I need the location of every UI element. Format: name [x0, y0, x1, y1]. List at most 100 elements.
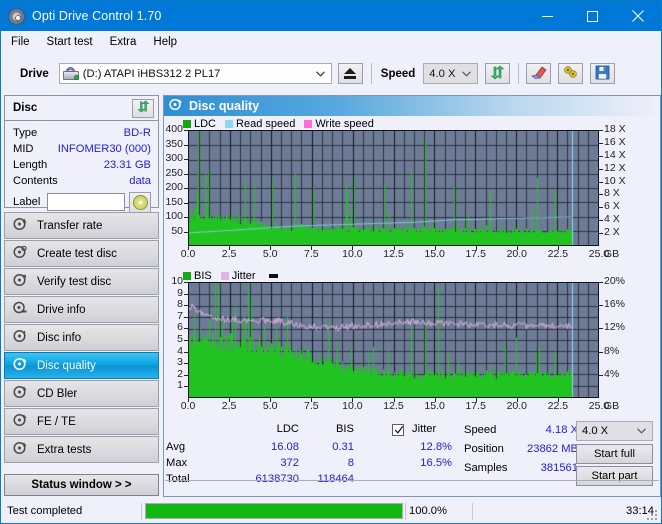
y-tick-label: 7: [177, 309, 183, 322]
sidebar-item-extra-tests[interactable]: Extra tests: [4, 436, 159, 463]
disc-refresh-button[interactable]: [132, 98, 154, 118]
sidebar-item-verify-test-disc[interactable]: Verify test disc: [4, 268, 159, 295]
x-tick-mark: [558, 246, 559, 250]
sidebar-item-label: CD Bler: [37, 387, 78, 400]
y2-tick-label: 16%: [604, 298, 626, 311]
menu-item-help[interactable]: Help: [153, 35, 177, 49]
y-tick-mark: [184, 375, 188, 376]
drive-select[interactable]: (D:) ATAPI iHBS312 2 PL17: [58, 63, 332, 84]
legend-entry-write-speed: Write speed: [304, 118, 374, 130]
close-button[interactable]: [615, 1, 661, 31]
chevron-down-icon: [462, 68, 472, 80]
statusbar-divider-1: [141, 503, 142, 520]
y2-tick-label: 4%: [604, 367, 620, 380]
x-tick-label: 25.0: [588, 248, 610, 260]
speed-select-value: 4.0 X: [429, 67, 456, 80]
disc-quality-icon: [13, 357, 27, 374]
sidebar-item-create-test-disc[interactable]: Create test disc: [4, 240, 159, 267]
speed-select[interactable]: 4.0 X: [423, 63, 479, 84]
x-tick-mark: [394, 246, 395, 250]
stats-panel: LDC BIS Jitter Avg Max Total 16.08 372 6…: [164, 421, 660, 486]
menu-item-extra[interactable]: Extra: [110, 35, 137, 49]
menu-item-start-test[interactable]: Start test: [47, 35, 93, 49]
stats-col-jitter: Jitter: [412, 423, 437, 435]
stats-col-ldc: LDC: [276, 423, 299, 435]
disc-quality-icon: [169, 98, 183, 114]
sidebar-item-label: Verify test disc: [37, 275, 112, 288]
toolbar-separator-1: [370, 63, 372, 84]
legend-swatch: [183, 271, 191, 280]
stats-bis-avg: 0.31: [332, 441, 354, 453]
refresh-icon: [490, 65, 505, 83]
disc-label-button[interactable]: [129, 191, 152, 213]
erase-button[interactable]: [526, 63, 552, 84]
y2-tick-mark: [599, 207, 603, 208]
x-tick-mark: [188, 398, 189, 402]
start-full-button[interactable]: Start full: [576, 444, 653, 464]
y-tick-mark: [184, 305, 188, 306]
x-tick-label: 25.0: [588, 400, 610, 412]
stats-ldc-avg: 16.08: [271, 441, 299, 453]
y2-tick-mark: [599, 156, 603, 157]
sidebar-item-label: FE / TE: [37, 415, 76, 428]
drive-info-icon: [13, 301, 27, 318]
y2-tick-label: 16 X: [604, 135, 626, 148]
save-button[interactable]: [590, 63, 616, 84]
refresh-button[interactable]: [485, 63, 511, 84]
x-tick-mark: [229, 246, 230, 250]
sidebar-item-fe-te[interactable]: FE / TE: [4, 408, 159, 435]
sidebar-item-label: Drive info: [37, 303, 86, 316]
start-part-button[interactable]: Start part: [576, 466, 653, 486]
disc-info-box: Disc Type BD-R MID INFOMER30 (000) Lengt…: [4, 95, 159, 213]
sidebar-item-transfer-rate[interactable]: Transfer rate: [4, 212, 159, 239]
y2-tick-label: 20%: [604, 275, 626, 287]
app-disc-icon: [8, 7, 25, 25]
progress-bar-fill: [146, 504, 402, 518]
disc-box-title: Disc: [13, 102, 38, 114]
menu-item-file[interactable]: File: [11, 35, 30, 49]
legend-entry-bis: BIS: [183, 270, 212, 282]
y-tick-label: 200: [165, 181, 183, 193]
settings-button[interactable]: [558, 63, 584, 84]
x-tick-mark: [517, 398, 518, 402]
y-tick-mark: [184, 203, 188, 204]
minimize-button[interactable]: [525, 1, 570, 31]
resize-grip[interactable]: [647, 510, 658, 521]
y-tick-mark: [184, 352, 188, 353]
x-tick-mark: [476, 246, 477, 250]
y2-tick-label: 8 X: [604, 187, 620, 200]
disc-write-icon: [13, 245, 27, 262]
y2-tick-label: 6 X: [604, 200, 620, 213]
content-header: Disc quality: [164, 96, 660, 116]
legend-label: Write speed: [315, 117, 374, 130]
sidebar-item-cd-bler[interactable]: CD Bler: [4, 380, 159, 407]
disc-field-mid: MID INFOMER30 (000): [5, 141, 158, 157]
window-controls: [525, 1, 661, 31]
page-title: Disc quality: [189, 99, 260, 113]
stats-row-avg: Avg: [166, 441, 186, 453]
y-tick-label: 400: [165, 123, 183, 135]
y-tick-mark: [184, 282, 188, 283]
stats-bis-max: 8: [347, 457, 354, 469]
x-tick-mark: [476, 398, 477, 402]
disc-label-input[interactable]: [47, 193, 126, 211]
y-tick-mark: [184, 232, 188, 233]
maximize-button[interactable]: [570, 1, 615, 31]
sidebar-item-drive-info[interactable]: Drive info: [4, 296, 159, 323]
tools-icon: [563, 65, 579, 82]
stats-ldc-max: 372: [280, 457, 299, 469]
sidebar-item-disc-quality[interactable]: Disc quality: [4, 352, 159, 379]
stats-samples-value: 381561: [540, 462, 578, 474]
jitter-checkbox[interactable]: [392, 424, 404, 436]
disc-field-contents-key: Contents: [13, 175, 58, 187]
status-window-button[interactable]: Status window > >: [4, 474, 159, 496]
legend-label: Jitter: [231, 269, 256, 282]
bottom-speed-select[interactable]: 4.0 X: [576, 421, 653, 441]
sidebar-item-disc-info[interactable]: Disc info: [4, 324, 159, 351]
eject-button[interactable]: [337, 63, 363, 84]
disc-field-length-value: 23.31 GB: [103, 159, 151, 171]
x-tick-mark: [270, 246, 271, 250]
drive-label: Drive: [20, 67, 49, 80]
y2-tick-mark: [599, 220, 603, 221]
y-tick-label: 4: [177, 344, 183, 357]
